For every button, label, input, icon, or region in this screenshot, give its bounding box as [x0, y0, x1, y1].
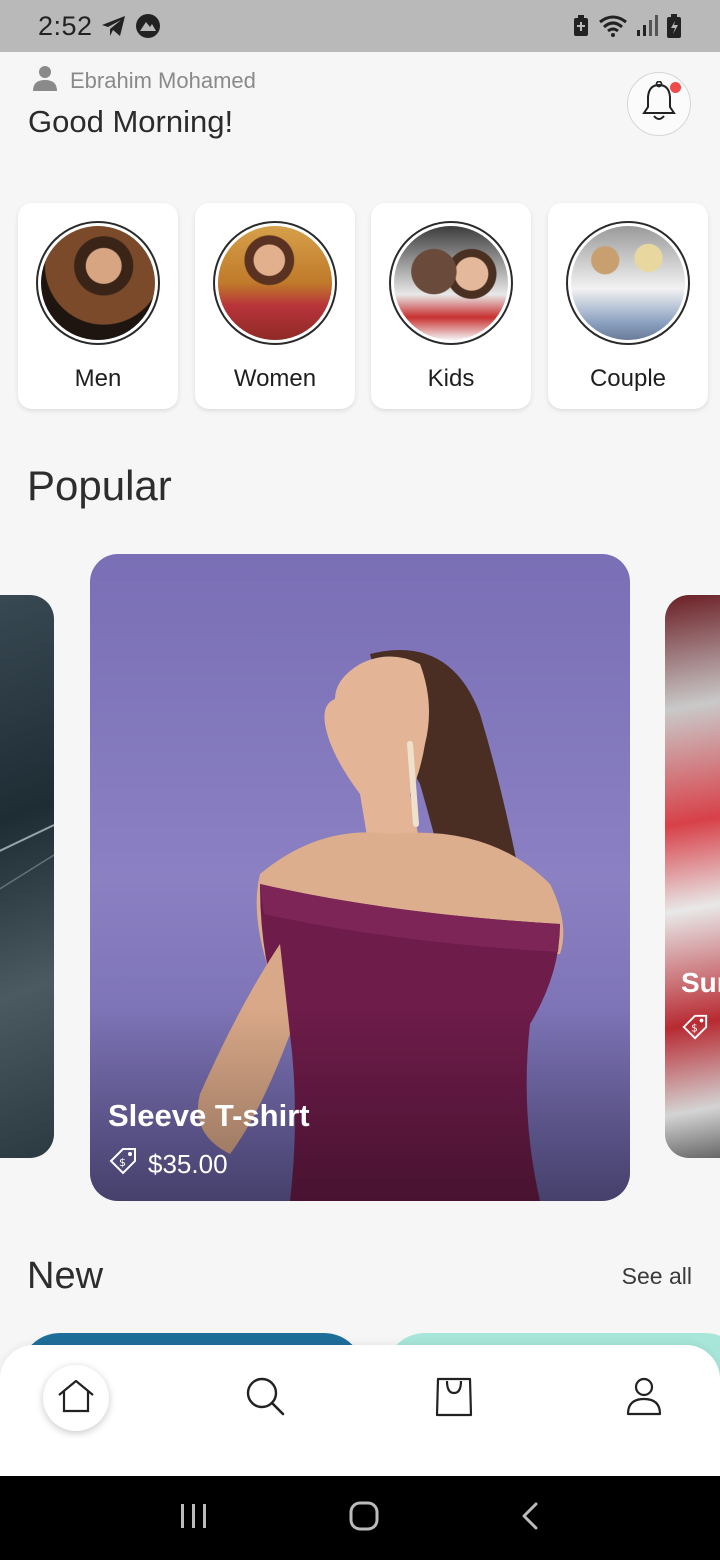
user-name: Ebrahim Mohamed: [70, 67, 256, 93]
back-icon[interactable]: [519, 1501, 541, 1536]
popular-next-item-price-row: $: [681, 1013, 709, 1046]
category-avatar-kids: [389, 221, 513, 345]
user-row: Ebrahim Mohamed: [30, 64, 256, 97]
svg-text:$: $: [691, 1023, 698, 1035]
category-avatar-couple: [566, 221, 690, 345]
search-icon: [243, 1374, 287, 1423]
svg-text:$: $: [119, 1156, 126, 1169]
category-label: Kids: [427, 365, 475, 392]
system-navigation-bar: [0, 1476, 720, 1560]
bottom-navigation: [0, 1345, 720, 1476]
profile-icon: [625, 1376, 663, 1421]
category-avatar-women: [213, 221, 337, 345]
popular-card-next[interactable]: Sur $: [665, 595, 720, 1158]
status-bar: 2:52: [0, 0, 720, 52]
category-card-men[interactable]: Men: [18, 203, 178, 409]
popular-item-name: Sleeve T-shirt: [108, 1098, 310, 1133]
person-icon: [30, 64, 60, 97]
signal-icon: [636, 14, 658, 38]
nav-cart-button[interactable]: [421, 1365, 487, 1431]
see-all-link[interactable]: See all: [622, 1263, 692, 1290]
nav-profile-button[interactable]: [611, 1365, 677, 1431]
home-icon: [56, 1378, 96, 1419]
popular-next-item-name: Sur: [681, 967, 720, 998]
category-label: Men: [74, 365, 122, 392]
nav-search-button[interactable]: [232, 1365, 298, 1431]
popular-card-previous[interactable]: [0, 595, 54, 1158]
shopping-bag-icon: [434, 1375, 474, 1422]
battery-icon: [666, 13, 682, 39]
notification-dot: [670, 82, 681, 93]
popular-item-price: $35.00: [148, 1149, 228, 1179]
category-label: Couple: [589, 365, 667, 392]
home-circle-icon[interactable]: [348, 1500, 380, 1537]
category-card-women[interactable]: Women: [195, 203, 355, 409]
greeting-title: Good Morning!: [28, 104, 234, 139]
category-card-kids[interactable]: Kids: [371, 203, 531, 409]
status-time: 2:52: [38, 10, 93, 41]
status-left: 2:52: [38, 11, 161, 42]
category-card-couple[interactable]: Couple: [548, 203, 708, 409]
battery-saver-icon: [572, 14, 590, 38]
popular-item-price-row: $ $35.00: [108, 1146, 228, 1183]
category-label: Women: [233, 365, 317, 392]
popular-card-main[interactable]: Sleeve T-shirt $ $35.00: [90, 554, 630, 1201]
recents-icon[interactable]: [179, 1502, 209, 1535]
notifications-button[interactable]: [627, 72, 691, 136]
new-section-title: New: [27, 1255, 104, 1297]
popular-section-title: Popular: [27, 462, 172, 509]
status-right: [572, 13, 682, 39]
category-avatar-men: [36, 221, 160, 345]
nav-home-button[interactable]: [43, 1365, 109, 1431]
price-tag-icon: $: [681, 1013, 709, 1046]
app-screen: 2:52 Ebrahim Mohamed Good Morning! Men W…: [0, 0, 720, 1560]
app-icon: [135, 13, 161, 39]
telegram-icon: [101, 14, 127, 38]
wifi-icon: [598, 14, 628, 38]
price-tag-icon: $: [108, 1146, 138, 1183]
